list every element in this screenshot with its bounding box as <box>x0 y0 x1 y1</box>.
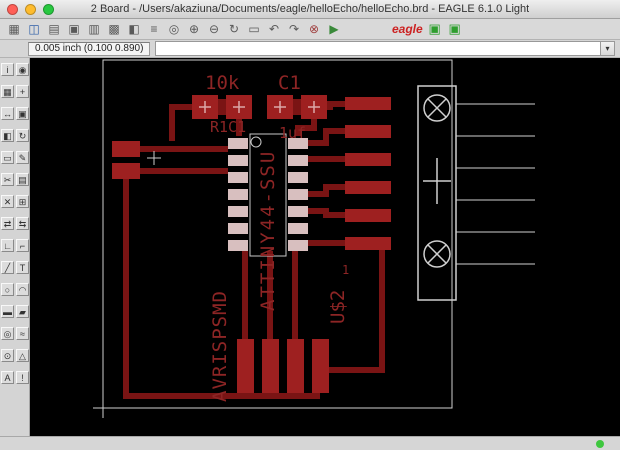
tool-circle[interactable]: ○ <box>1 283 14 296</box>
label-connector-name: U$2 <box>327 290 349 324</box>
library-button[interactable]: ▩ <box>106 21 122 37</box>
tool-add[interactable]: ⊞ <box>16 195 29 208</box>
tool-errors[interactable]: ! <box>16 371 29 384</box>
origin-cross-icon <box>93 398 113 418</box>
minimize-button[interactable] <box>25 4 36 15</box>
tool-wire[interactable]: ╱ <box>1 261 14 274</box>
maximize-button[interactable] <box>43 4 54 15</box>
cam-processor-button[interactable]: ▣ <box>66 21 82 37</box>
help-badge[interactable]: ▣ <box>447 21 463 37</box>
tool-text[interactable]: T <box>16 261 29 274</box>
tool-change[interactable]: ✎ <box>16 151 29 164</box>
sheet-button[interactable]: ◧ <box>126 21 142 37</box>
traffic-lights <box>7 4 54 15</box>
undo-button[interactable]: ↶ <box>266 21 282 37</box>
zoom-redraw-button[interactable]: ↻ <box>226 21 242 37</box>
tool-rotate[interactable]: ↻ <box>16 129 29 142</box>
zoom-select-button[interactable]: ▭ <box>246 21 262 37</box>
coordinate-display: 0.005 inch (0.100 0.890) <box>28 41 151 56</box>
switch-schematic-button[interactable]: ▥ <box>86 21 102 37</box>
command-input[interactable] <box>155 41 600 56</box>
label-rc-names: R1C1 <box>210 118 246 136</box>
tool-replace[interactable]: ⇆ <box>16 217 29 230</box>
tool-show[interactable]: ◉ <box>16 63 29 76</box>
main-area: i ◉ ▦ + ↔ ▣ ◧ ↻ ▭ ✎ ✂ ▤ ✕ ⊞ ⇄ ⇆ ∟ ⌐ ╱ T … <box>0 58 620 436</box>
tool-auto[interactable]: A <box>1 371 14 384</box>
eagle-logo[interactable]: eagle <box>392 21 423 37</box>
tool-group[interactable]: ▭ <box>1 151 14 164</box>
tool-arc[interactable]: ◠ <box>16 283 29 296</box>
main-toolbar: ▦ ◫ ▤ ▣ ▥ ▩ ◧ ≡ ◎ ⊕ ⊖ ↻ ▭ ↶ ↷ ⊗ ▶ eagle … <box>0 19 620 40</box>
zoom-out-button[interactable]: ⊖ <box>206 21 222 37</box>
connector-outline[interactable] <box>417 85 535 301</box>
stop-button[interactable]: ⊗ <box>306 21 322 37</box>
label-ic-name: ATTINY44-SSU <box>257 150 279 311</box>
tool-info[interactable]: i <box>1 63 14 76</box>
label-programmer-name: AVRISPSMD <box>209 290 231 402</box>
eagle-window: 2 Board - /Users/akaziuna/Documents/eagl… <box>0 0 620 450</box>
tool-rect[interactable]: ▬ <box>1 305 14 318</box>
status-bar <box>0 436 620 450</box>
print-button[interactable]: ▤ <box>46 21 62 37</box>
label-pin1: 1 <box>342 263 349 277</box>
label-resistor-value: 10k <box>205 72 240 94</box>
layer-settings-button[interactable]: ≡ <box>146 21 162 37</box>
tool-pinswap[interactable]: ⇄ <box>1 217 14 230</box>
close-button[interactable] <box>7 4 18 15</box>
command-combobox: ▾ <box>155 41 615 56</box>
pcb-service-badge[interactable]: ▣ <box>427 21 443 37</box>
tool-mark[interactable]: + <box>16 85 29 98</box>
save-button[interactable]: ◫ <box>26 21 42 37</box>
command-dropdown-icon[interactable]: ▾ <box>600 41 615 56</box>
tool-hole[interactable]: ⊙ <box>1 349 14 362</box>
tool-display[interactable]: ▦ <box>1 85 14 98</box>
label-capacitor-name: C1 <box>278 72 301 94</box>
zoom-fit-button[interactable]: ◎ <box>166 21 182 37</box>
tool-mirror[interactable]: ◧ <box>1 129 14 142</box>
label-capacitor-value: 1uf <box>279 124 306 142</box>
window-title: 2 Board - /Users/akaziuna/Documents/eagl… <box>90 3 530 15</box>
tool-via[interactable]: ◎ <box>1 327 14 340</box>
tool-signal[interactable]: ≈ <box>16 327 29 340</box>
tool-ripup[interactable]: ⌐ <box>16 239 29 252</box>
tool-cut[interactable]: ✂ <box>1 173 14 186</box>
tool-palette: i ◉ ▦ + ↔ ▣ ◧ ↻ ▭ ✎ ✂ ▤ ✕ ⊞ ⇄ ⇆ ∟ ⌐ ╱ T … <box>0 58 30 436</box>
title-bar: 2 Board - /Users/akaziuna/Documents/eagl… <box>0 0 620 19</box>
pin1-marker-icon <box>250 136 262 148</box>
tool-polygon[interactable]: ▰ <box>16 305 29 318</box>
tool-delete[interactable]: ✕ <box>1 195 14 208</box>
airwire-stubs <box>456 103 535 265</box>
left-pad-mark-icon <box>147 151 161 165</box>
go-button[interactable]: ▶ <box>326 21 342 37</box>
connector-cross-icon <box>423 158 451 204</box>
tool-route[interactable]: ∟ <box>1 239 14 252</box>
status-indicator-icon <box>596 439 604 448</box>
tool-paste[interactable]: ▤ <box>16 173 29 186</box>
coordinate-bar: 0.005 inch (0.100 0.890) ▾ <box>0 40 620 58</box>
board-canvas[interactable]: 10k C1 R1C1 1uf ATTINY44-SSU AVRISPSMD U… <box>30 58 620 436</box>
tool-ratsnest[interactable]: △ <box>16 349 29 362</box>
open-button[interactable]: ▦ <box>6 21 22 37</box>
tool-copy[interactable]: ▣ <box>16 107 29 120</box>
redo-button[interactable]: ↷ <box>286 21 302 37</box>
zoom-in-button[interactable]: ⊕ <box>186 21 202 37</box>
tool-move[interactable]: ↔ <box>1 107 14 120</box>
